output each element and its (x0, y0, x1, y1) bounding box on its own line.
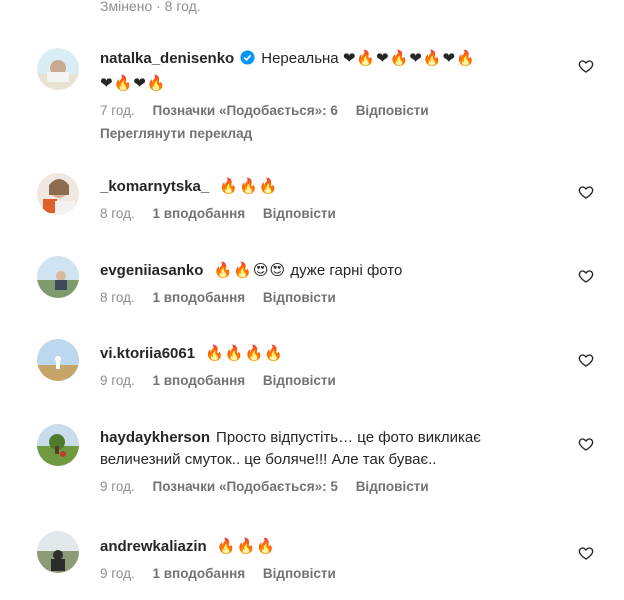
comment-time[interactable]: 7 год. (100, 103, 135, 118)
username[interactable]: haydaykherson (100, 429, 210, 446)
heart-outline-icon[interactable] (578, 545, 594, 561)
comment-text: величезний смуток.. це боляче!!! Але так… (100, 451, 437, 468)
username[interactable]: evgeniiasanko (100, 262, 203, 279)
see-translation-button[interactable]: Переглянути переклад (100, 126, 564, 141)
avatar[interactable] (37, 48, 79, 90)
comment-time[interactable]: 9 год. (100, 373, 135, 388)
reply-button[interactable]: Відповісти (263, 290, 336, 305)
comment-text: Просто відпустіть… це фото викликає (216, 429, 481, 446)
username[interactable]: vi.ktoriia6061 (100, 345, 195, 362)
comment-emoji: 🔥🔥🔥🔥 (205, 344, 284, 362)
comment-time[interactable]: 9 год. (100, 479, 135, 494)
comment-emoji: 🔥🔥😍😍 (213, 261, 287, 279)
likes-count[interactable]: 1 вподобання (153, 206, 246, 221)
reply-button[interactable]: Відповісти (263, 206, 336, 221)
reply-button[interactable]: Відповісти (356, 103, 429, 118)
avatar[interactable] (37, 424, 79, 466)
comment-time[interactable]: 8 год. (100, 206, 135, 221)
comment-emoji: ❤🔥❤🔥❤🔥❤🔥 (342, 49, 476, 67)
avatar[interactable] (37, 531, 79, 573)
likes-count[interactable]: Позначки «Подобається»: 6 (153, 103, 338, 118)
comment-emoji: 🔥🔥🔥 (216, 537, 276, 555)
comment-time[interactable]: 9 год. (100, 566, 135, 581)
username[interactable]: andrewkaliazin (100, 538, 207, 555)
heart-outline-icon[interactable] (578, 268, 594, 284)
likes-count[interactable]: Позначки «Подобається»: 5 (153, 479, 338, 494)
heart-outline-icon[interactable] (578, 184, 594, 200)
reply-button[interactable]: Відповісти (263, 566, 336, 581)
heart-outline-icon[interactable] (578, 58, 594, 74)
likes-count[interactable]: 1 вподобання (153, 373, 246, 388)
avatar[interactable] (37, 173, 79, 215)
comment-text: дуже гарні фото (290, 262, 403, 279)
edited-timestamp: Змінено · 8 год. (100, 0, 201, 14)
comment-time[interactable]: 8 год. (100, 290, 135, 305)
comment-emoji: ❤🔥❤🔥 (100, 74, 167, 92)
comment-emoji: 🔥🔥🔥 (219, 177, 279, 195)
avatar[interactable] (37, 339, 79, 381)
reply-button[interactable]: Відповісти (356, 479, 429, 494)
heart-outline-icon[interactable] (578, 436, 594, 452)
avatar[interactable] (37, 256, 79, 298)
reply-button[interactable]: Відповісти (263, 373, 336, 388)
verified-badge-icon (240, 50, 255, 72)
username[interactable]: natalka_denisenko (100, 50, 234, 67)
heart-outline-icon[interactable] (578, 352, 594, 368)
likes-count[interactable]: 1 вподобання (153, 566, 246, 581)
likes-count[interactable]: 1 вподобання (153, 290, 246, 305)
comment-text: Нереальна (261, 50, 339, 67)
username[interactable]: _komarnytska_ (100, 178, 209, 195)
